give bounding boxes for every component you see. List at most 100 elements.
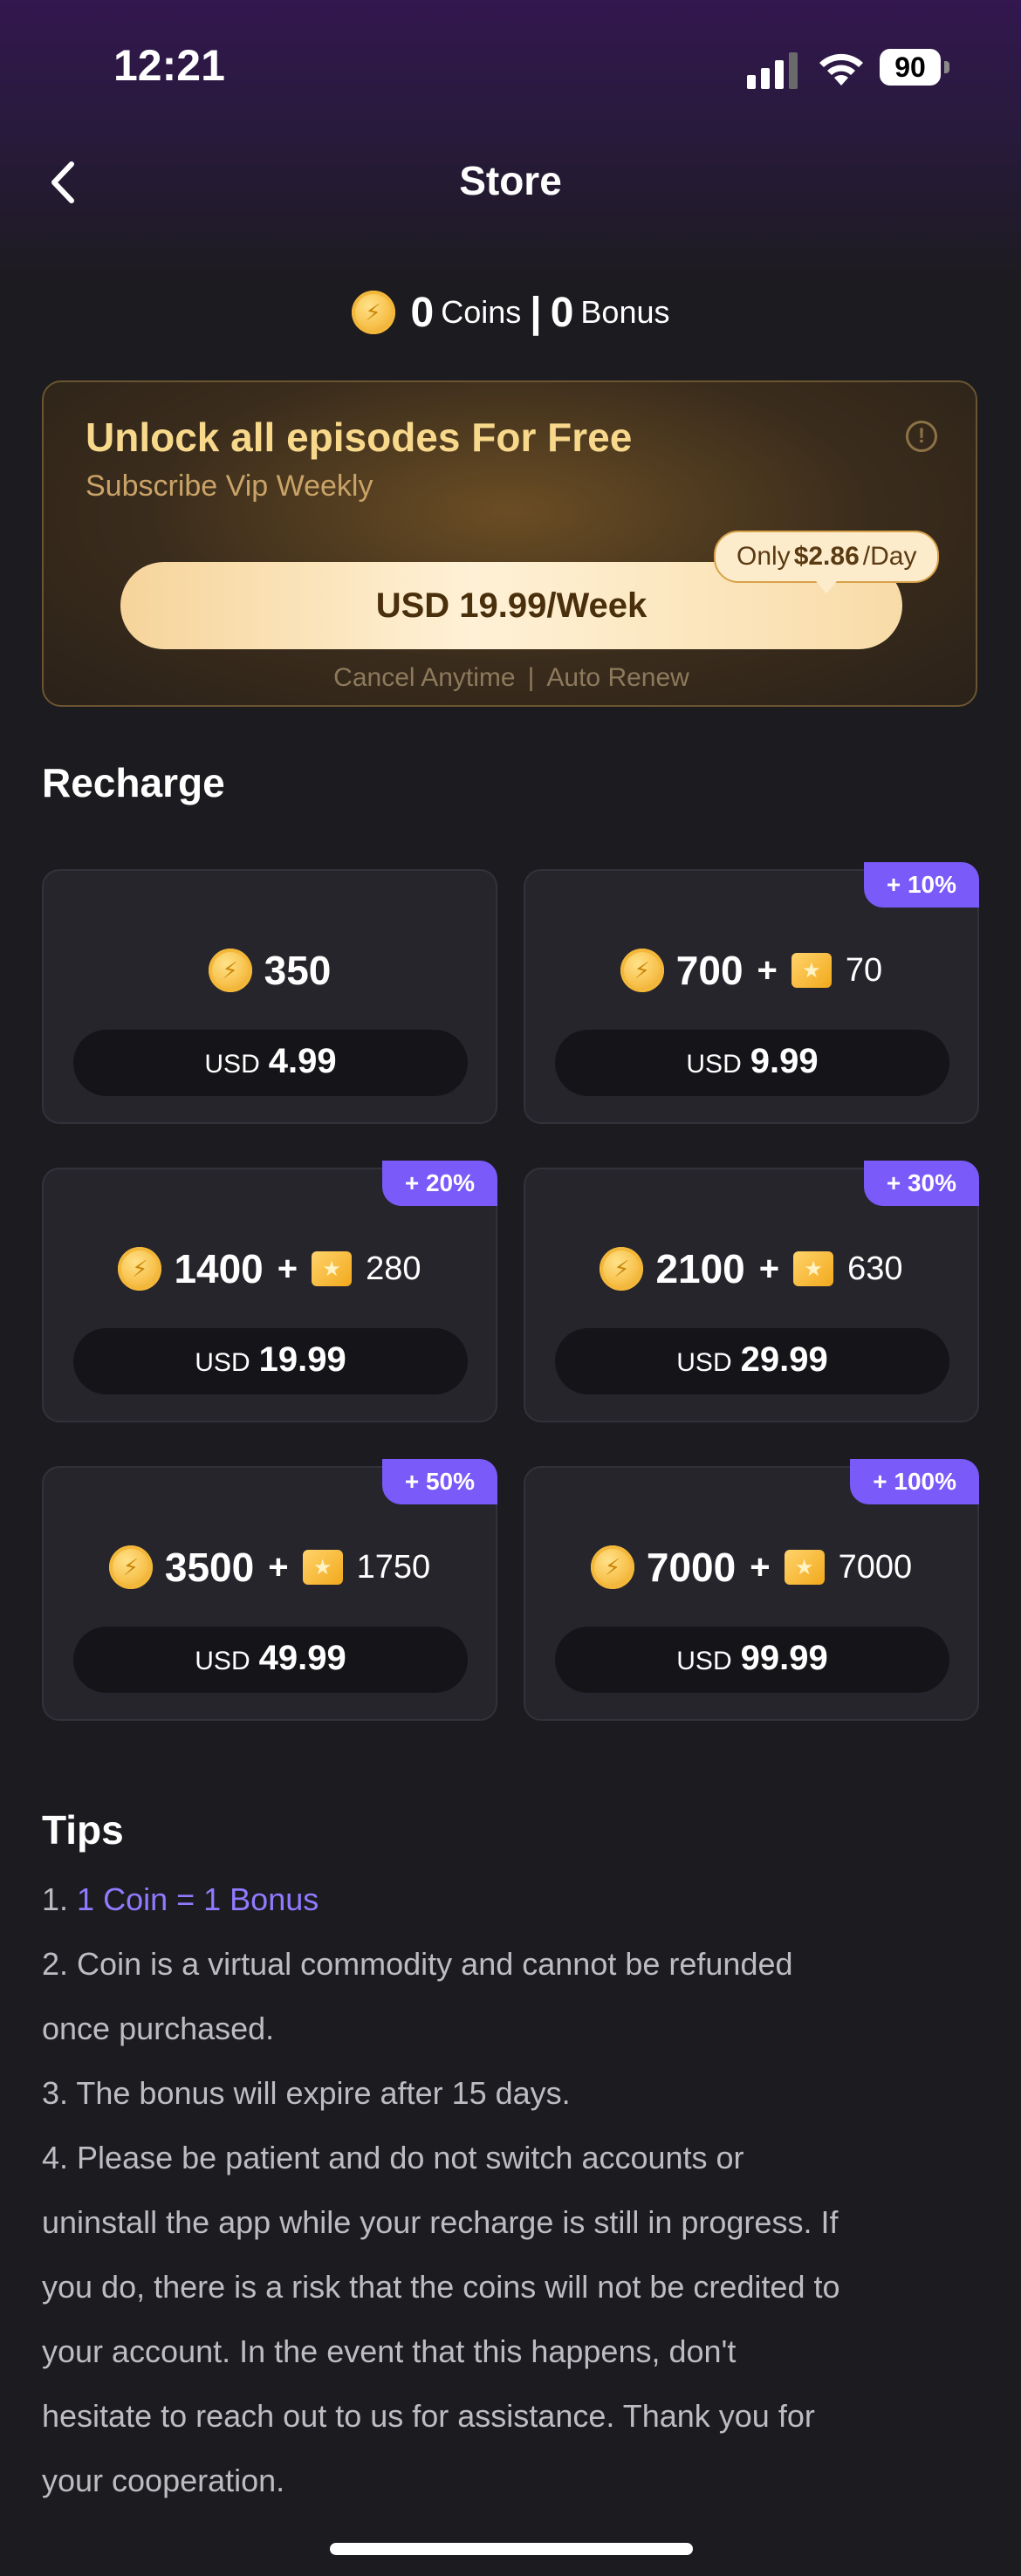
- package-price: USD 4.99: [73, 1030, 468, 1096]
- price-amount: 29.99: [740, 1340, 828, 1379]
- tip-line: you do, there is a risk that the coins w…: [42, 2255, 984, 2319]
- tip-line: 2. Coin is a virtual commodity and canno…: [42, 1932, 984, 1997]
- tip-text: once purchased.: [42, 2011, 275, 2046]
- wifi-icon: [819, 53, 863, 86]
- tips-title: Tips: [42, 1807, 124, 1853]
- status-bar: 12:21 90: [0, 0, 1021, 131]
- nav-bar: Store: [0, 140, 1021, 227]
- package-coins: 2100: [655, 1246, 745, 1291]
- tip-text: your account. In the event that this hap…: [42, 2333, 737, 2369]
- price-currency: USD: [195, 1348, 250, 1377]
- tips-section: Tips 1. 1 Coin = 1 Bonus 2. Coin is a vi…: [42, 1806, 984, 2513]
- price-currency: USD: [686, 1050, 742, 1079]
- tip-text: Coin is a virtual commodity and cannot b…: [77, 1946, 793, 1982]
- bonus-percent-badge: + 50%: [381, 1459, 497, 1504]
- recharge-package-7000[interactable]: + 100% 7000 + 7000 USD 99.99: [524, 1459, 979, 1721]
- bonus-ticket-icon: [784, 1550, 825, 1585]
- tip-line: 1. 1 Coin = 1 Bonus: [42, 1867, 984, 1932]
- tip-line: your cooperation.: [42, 2449, 984, 2513]
- info-icon[interactable]: !: [906, 421, 937, 452]
- bonus-ticket-icon: [793, 1251, 834, 1286]
- tip-text: uninstall the app while your recharge is…: [42, 2204, 839, 2240]
- vip-subtitle: Subscribe Vip Weekly: [86, 469, 373, 503]
- package-amount: 2100 + 630: [525, 1243, 977, 1295]
- balance-separator: |: [530, 289, 542, 336]
- package-amount: 700 + 70: [525, 944, 977, 997]
- footer-separator: |: [527, 663, 535, 692]
- battery-level: 90: [880, 49, 941, 86]
- bonus-ticket-icon: [312, 1251, 353, 1286]
- tip-number: 1.: [42, 1881, 69, 1917]
- tip-line: once purchased.: [42, 1997, 984, 2061]
- recharge-package-350[interactable]: 350 USD 4.99: [42, 869, 497, 1124]
- package-price: USD 99.99: [555, 1627, 949, 1693]
- package-amount: 7000 + 7000: [525, 1541, 977, 1593]
- tip-number: 3.: [42, 2075, 69, 2111]
- coin-icon: [590, 1545, 634, 1589]
- tip-text: hesitate to reach out to us for assistan…: [42, 2398, 815, 2434]
- price-currency: USD: [195, 1647, 250, 1675]
- plus-sign: +: [758, 1249, 780, 1288]
- price-amount: 9.99: [750, 1042, 819, 1080]
- package-coins: 3500: [164, 1545, 255, 1590]
- vip-footer: Cancel Anytime | Auto Renew: [44, 663, 979, 693]
- tip-line: hesitate to reach out to us for assistan…: [42, 2384, 984, 2449]
- price-amount: 49.99: [258, 1639, 346, 1677]
- package-coins: 700: [675, 948, 743, 993]
- balance-summary: 0 Coins | 0 Bonus: [0, 277, 1021, 347]
- coin-icon: [620, 949, 664, 992]
- cancel-anytime-text: Cancel Anytime: [333, 663, 516, 692]
- package-coins: 350: [264, 948, 332, 993]
- bonus-ticket-icon: [791, 953, 832, 988]
- tooltip-prefix: Only: [737, 542, 791, 571]
- coin-icon: [351, 291, 395, 334]
- vip-subscription-card: Unlock all episodes For Free Subscribe V…: [42, 380, 977, 707]
- package-amount: 350: [44, 944, 496, 997]
- tip-line: your account. In the event that this hap…: [42, 2319, 984, 2384]
- package-amount: 1400 + 280: [44, 1243, 496, 1295]
- tip-line: 3. The bonus will expire after 15 days.: [42, 2061, 984, 2126]
- coin-icon: [118, 1247, 162, 1291]
- package-bonus: 70: [845, 951, 883, 989]
- recharge-package-1400[interactable]: + 20% 1400 + 280 USD 19.99: [42, 1161, 497, 1422]
- price-amount: 99.99: [740, 1639, 828, 1677]
- recharge-package-700[interactable]: + 10% 700 + 70 USD 9.99: [524, 862, 979, 1124]
- coin-icon: [108, 1545, 153, 1589]
- recharge-package-3500[interactable]: + 50% 3500 + 1750 USD 49.99: [42, 1459, 497, 1721]
- coin-icon: [600, 1247, 644, 1291]
- home-indicator[interactable]: [330, 2543, 693, 2555]
- status-time: 12:21: [113, 41, 225, 90]
- package-price: USD 19.99: [73, 1328, 468, 1394]
- price-amount: 19.99: [258, 1340, 346, 1379]
- price-currency: USD: [204, 1050, 260, 1079]
- tooltip-suffix: /Day: [862, 542, 917, 571]
- bonus-percent-badge: + 10%: [863, 862, 979, 908]
- cellular-signal-icon: [747, 52, 798, 89]
- tip-text: The bonus will expire after 15 days.: [76, 2075, 571, 2111]
- auto-renew-text: Auto Renew: [546, 663, 689, 692]
- bonus-percent-badge: + 30%: [863, 1161, 979, 1206]
- tip-line: uninstall the app while your recharge is…: [42, 2190, 984, 2255]
- package-price: USD 29.99: [555, 1328, 949, 1394]
- bonus-percent-badge: + 100%: [850, 1459, 979, 1504]
- price-currency: USD: [676, 1647, 732, 1675]
- price-amount: 4.99: [268, 1042, 337, 1080]
- tip-text: you do, there is a risk that the coins w…: [42, 2269, 840, 2305]
- page-title: Store: [459, 158, 562, 203]
- package-bonus: 630: [847, 1250, 903, 1287]
- tip-text: your cooperation.: [42, 2463, 285, 2498]
- plus-sign: +: [268, 1547, 289, 1586]
- tip-text: Please be patient and do not switch acco…: [77, 2140, 744, 2175]
- tip-line: 4. Please be patient and do not switch a…: [42, 2126, 984, 2190]
- daily-price-tooltip: Only $2.86 /Day: [714, 531, 940, 593]
- bonus-label: Bonus: [580, 294, 670, 330]
- package-bonus: 280: [366, 1250, 421, 1287]
- recharge-package-2100[interactable]: + 30% 2100 + 630 USD 29.99: [524, 1161, 979, 1422]
- tooltip-price: $2.86: [793, 542, 860, 571]
- coins-count: 0: [410, 289, 435, 336]
- tip-number: 2.: [42, 1946, 69, 1982]
- coin-icon: [208, 949, 252, 992]
- package-bonus: 7000: [838, 1548, 913, 1586]
- recharge-title: Recharge: [42, 760, 225, 805]
- price-currency: USD: [676, 1348, 732, 1377]
